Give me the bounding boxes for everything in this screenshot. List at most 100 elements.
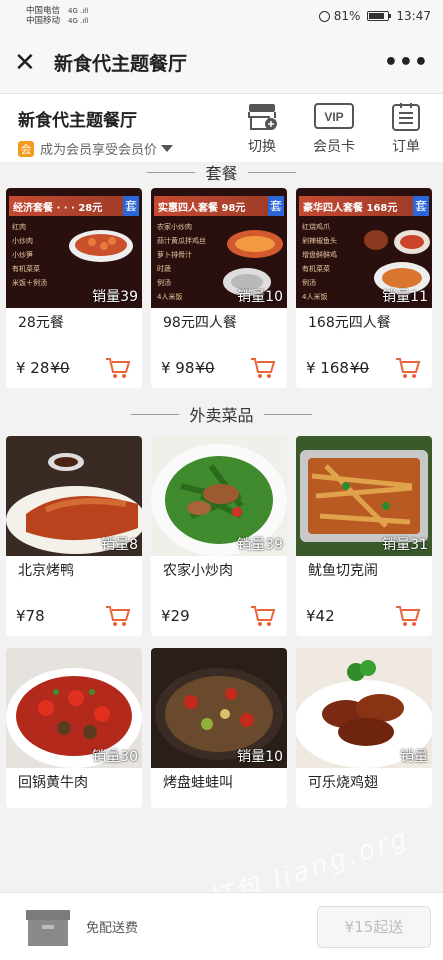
checkout-button[interactable]: ¥15起送	[317, 905, 431, 948]
switch-store-button[interactable]: 切换	[235, 102, 289, 156]
alarm-icon	[318, 10, 330, 22]
sales-count: 销量	[400, 749, 428, 765]
dish-card[interactable]: 销量31 鱿鱼切克闹 ¥42	[296, 436, 432, 636]
add-to-cart-icon[interactable]	[394, 604, 422, 628]
dish-card[interactable]: 销量30 回锅黄牛肉	[6, 648, 142, 808]
vip-card-icon: VIP	[314, 102, 354, 132]
add-to-cart-icon[interactable]	[394, 356, 422, 380]
set-meal-image: 实惠四人套餐 98元 套 农家小炒肉 蒜汁黄瓜拌鸡丝 萝卜排骨汁 时蔬 例汤 4…	[151, 188, 287, 308]
member-badge-icon: 会	[18, 140, 34, 157]
carrier-1: 中国电信	[26, 6, 61, 16]
price-row: ¥78	[6, 596, 142, 636]
set-meal-card[interactable]: 豪华四人套餐 168元 套 红烧鸡爪 剁辣椒鱼头 增盘鲜鲜鸡 有机菜菜 例汤 4…	[296, 188, 432, 388]
dish-card[interactable]: 销量39 农家小炒肉 ¥29	[151, 436, 287, 636]
add-to-cart-icon[interactable]	[104, 604, 132, 628]
dish-card[interactable]: 销量 可乐烧鸡翅	[296, 648, 432, 808]
dish-name: 可乐烧鸡翅	[308, 775, 378, 791]
dish-card[interactable]: 销量10 烤盘蛙蛙叫	[151, 648, 287, 808]
set-meal-grid: 经济套餐 · · · 28元 套 红肉 小炒肉 小炒笋 有机菜菜 米饭＋例汤 销…	[0, 188, 443, 388]
dish-image: 销量10	[151, 648, 287, 768]
original-price: ¥0	[50, 359, 70, 377]
dish-card[interactable]: 销量8 北京烤鸭 ¥78	[6, 436, 142, 636]
set-tag: 套	[122, 196, 139, 216]
price: ¥ 28	[16, 359, 50, 377]
dish-name: 鱿鱼切克闹	[308, 563, 378, 579]
signal-icon: 4G .ıll 4G .ıll	[68, 7, 89, 25]
dish-image: 销量8	[6, 436, 142, 556]
price-row: ¥42	[296, 596, 432, 636]
vip-card-label: 会员卡	[313, 139, 355, 155]
set-tag: 套	[267, 196, 284, 216]
set-meal-image: 豪华四人套餐 168元 套 红烧鸡爪 剁辣椒鱼头 增盘鲜鲜鸡 有机菜菜 例汤 4…	[296, 188, 432, 308]
close-icon[interactable]: ✕	[14, 48, 42, 78]
switch-label: 切换	[248, 139, 276, 155]
store-switch-icon	[242, 102, 282, 132]
divider	[263, 413, 312, 415]
set-meal-items: 农家小炒肉 蒜汁黄瓜拌鸡丝 萝卜排骨汁 时蔬 例汤 4人米饭	[157, 223, 206, 301]
status-bar: 中国电信 中国移动 4G .ıll 4G .ıll 81% 13:47	[0, 0, 443, 32]
header-actions: 切换 VIP 会员卡 订单	[235, 102, 433, 156]
set-meal-items: 红烧鸡爪 剁辣椒鱼头 增盘鲜鲜鸡 有机菜菜 例汤 4人米饭	[302, 223, 337, 301]
delivery-fee-text: 免配送费	[86, 921, 139, 936]
battery-percent: 81%	[333, 9, 361, 23]
price: ¥42	[306, 607, 335, 625]
set-meal-banner: 豪华四人套餐 168元	[299, 196, 429, 216]
bottom-cart-bar: 免配送费 ¥15起送	[0, 892, 443, 960]
sales-count: 销量8	[101, 537, 138, 553]
sales-count: 销量10	[237, 289, 283, 305]
dish-name: 北京烤鸭	[18, 563, 74, 579]
shop-header: 新食代主题餐厅 会 成为会员享受会员价 切换 VIP 会员卡 订单	[0, 94, 443, 162]
dish-name: 农家小炒肉	[163, 563, 233, 579]
add-to-cart-icon[interactable]	[249, 604, 277, 628]
orders-button[interactable]: 订单	[379, 102, 433, 156]
set-meal-image: 经济套餐 · · · 28元 套 红肉 小炒肉 小炒笋 有机菜菜 米饭＋例汤 销…	[6, 188, 142, 308]
set-meal-items: 红肉 小炒肉 小炒笋 有机菜菜 米饭＋例汤	[12, 223, 47, 287]
sales-count: 销量31	[382, 537, 428, 553]
dish-name: 回锅黄牛肉	[18, 775, 88, 791]
carrier-2: 中国移动	[26, 16, 61, 26]
dish-image: 销量	[296, 648, 432, 768]
divider	[147, 171, 196, 173]
original-price: ¥0	[349, 359, 370, 377]
food-photo	[69, 230, 133, 262]
original-price: ¥0	[195, 359, 215, 377]
order-list-icon	[386, 102, 426, 132]
sales-count: 销量11	[382, 289, 428, 305]
price-row: ¥ 28 ¥0	[6, 348, 142, 388]
dish-grid-row-2: 销量30 回锅黄牛肉 销量10 烤盘蛙蛙叫 销量 可乐烧鸡翅	[0, 648, 443, 808]
cart-box-icon[interactable]	[26, 906, 70, 948]
battery-icon	[367, 11, 392, 21]
price: ¥ 98	[161, 359, 195, 377]
more-options-icon[interactable]: •••	[384, 50, 429, 75]
item-name: 98元四人餐	[163, 315, 237, 331]
section-title-set-meals: 套餐	[0, 162, 443, 183]
page-title: 新食代主题餐厅	[54, 53, 188, 75]
status-right: 81% 13:47	[318, 9, 431, 23]
dish-grid-row-1: 销量8 北京烤鸭 ¥78 销量39 农家小炒肉 ¥29 销量31 鱿鱼切克闹 ¥…	[0, 436, 443, 636]
item-name: 28元餐	[18, 315, 64, 331]
dish-image: 销量31	[296, 436, 432, 556]
member-promo-text: 成为会员享受会员价	[40, 143, 158, 158]
set-meal-banner: 经济套餐 · · · 28元	[9, 196, 139, 216]
set-meal-card[interactable]: 经济套餐 · · · 28元 套 红肉 小炒肉 小炒笋 有机菜菜 米饭＋例汤 销…	[6, 188, 142, 388]
sales-count: 销量39	[237, 537, 283, 553]
set-meal-banner: 实惠四人套餐 98元	[154, 196, 284, 216]
clock: 13:47	[396, 9, 431, 23]
chevron-down-icon	[161, 145, 174, 152]
dish-name: 烤盘蛙蛙叫	[163, 775, 233, 791]
add-to-cart-icon[interactable]	[249, 356, 277, 380]
price-row: ¥ 98 ¥0	[151, 348, 287, 388]
set-tag: 套	[412, 196, 429, 216]
dish-image: 销量39	[151, 436, 287, 556]
vip-card-button[interactable]: VIP 会员卡	[307, 102, 361, 156]
section-title-takeout: 外卖菜品	[0, 400, 443, 428]
add-to-cart-icon[interactable]	[104, 356, 132, 380]
set-meal-card[interactable]: 实惠四人套餐 98元 套 农家小炒肉 蒜汁黄瓜拌鸡丝 萝卜排骨汁 时蔬 例汤 4…	[151, 188, 287, 388]
carrier-info: 中国电信 中国移动	[26, 6, 60, 26]
price: ¥78	[16, 607, 45, 625]
divider	[247, 171, 296, 173]
divider	[131, 413, 180, 415]
title-bar: ✕ 新食代主题餐厅 •••	[0, 32, 443, 94]
item-name: 168元四人餐	[308, 315, 391, 331]
sales-count: 销量30	[92, 749, 138, 765]
